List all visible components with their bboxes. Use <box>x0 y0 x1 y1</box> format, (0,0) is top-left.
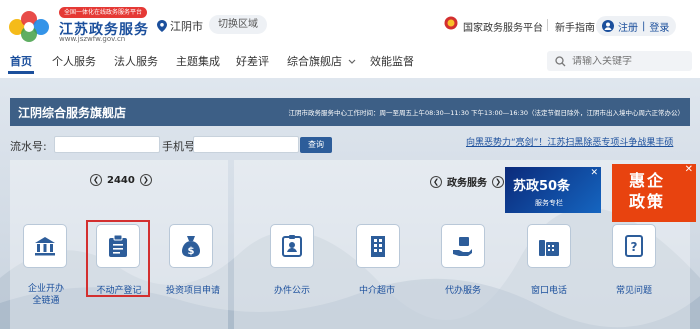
money-bag-icon: $ <box>182 236 200 257</box>
gov-platform-link[interactable]: 国家政务服务平台 <box>463 19 543 34</box>
id-card-icon <box>282 235 302 257</box>
flow-number-input[interactable] <box>54 136 160 153</box>
gov-service-heading: ❮ 政务服务 ❯ <box>430 174 504 189</box>
right-ornament-icon: ❯ <box>492 175 504 188</box>
service-count-value: 2440 <box>107 174 135 186</box>
business-startup-label[interactable]: 企业开办 全链通 <box>18 283 74 307</box>
agency-market-label[interactable]: 中介超市 <box>357 283 397 296</box>
suzheng-50-banner[interactable]: 苏政50条 服务专栏 ✕ <box>505 167 601 213</box>
window-phone-label[interactable]: 窗口电话 <box>529 283 569 296</box>
enterprise-policy-banner[interactable]: 惠企 政策 ✕ <box>612 164 696 222</box>
search-icon[interactable] <box>555 55 566 67</box>
window-phone-tile[interactable] <box>527 224 571 268</box>
suzheng-title: 苏政50条 <box>513 179 571 194</box>
agency-market-tile[interactable] <box>356 224 400 268</box>
proxy-service-tile[interactable] <box>441 224 485 268</box>
top-header: 全国一体化在线政务服务平台 江苏政务服务 www.jszwfw.gov.cn 江… <box>0 0 700 46</box>
nav-topics[interactable]: 主题集成 <box>176 53 220 69</box>
register-link[interactable]: 注册 <box>618 19 638 34</box>
left-ornament-icon: ❮ <box>430 175 442 188</box>
business-startup-tile[interactable] <box>23 224 67 268</box>
nav-corporate[interactable]: 法人服务 <box>114 53 158 69</box>
location-name: 江阴市 <box>170 20 203 33</box>
question-document-icon: ? <box>625 235 643 257</box>
flow-number-label: 流水号: <box>10 140 47 153</box>
user-icon <box>602 20 614 32</box>
bank-building-icon <box>35 237 55 256</box>
banner-title: 江阴综合服务旗舰店 <box>18 106 127 120</box>
switch-region-button[interactable]: 切换区域 <box>209 15 267 34</box>
search-box <box>547 51 692 71</box>
svg-text:$: $ <box>188 246 195 257</box>
nav-flagship-label: 综合旗舰店 <box>287 55 342 68</box>
search-input[interactable] <box>572 55 682 67</box>
investment-project-label[interactable]: 投资项目申请 <box>163 283 223 296</box>
investment-project-tile[interactable]: $ <box>169 224 213 268</box>
national-emblem-icon <box>444 16 458 30</box>
service-count: ❮ 2440 ❯ <box>90 174 152 186</box>
faq-label[interactable]: 常见问题 <box>614 283 654 296</box>
location[interactable]: 江阴市 <box>157 18 203 34</box>
chevron-down-icon <box>348 59 355 64</box>
case-publicity-label[interactable]: 办件公示 <box>272 283 312 296</box>
phone-input[interactable] <box>193 136 299 153</box>
nav-rating[interactable]: 好差评 <box>236 53 269 69</box>
highlight-box <box>86 220 150 297</box>
gov-service-title: 政务服务 <box>447 178 487 189</box>
query-button[interactable]: 查询 <box>300 137 332 153</box>
banner-bg: 江阴综合服务旗舰店 江阴市政务服务中心工作时间：周一至周五上午08:30—11:… <box>10 98 690 126</box>
anti-crime-notice-link[interactable]: 向黑恶势力“亮剑”！江苏扫黑除恶专项斗争战果丰硕 <box>466 135 673 148</box>
left-ornament-icon: ❮ <box>90 174 102 186</box>
case-publicity-tile[interactable] <box>270 224 314 268</box>
divider: | <box>642 20 646 32</box>
svg-text:?: ? <box>631 240 638 254</box>
suzheng-subtitle: 服务专栏 <box>535 199 563 207</box>
login-link[interactable]: 登录 <box>649 19 669 34</box>
faq-tile[interactable]: ? <box>612 224 656 268</box>
office-hours: 江阴市政务服务中心工作时间：周一至周五上午08:30—11:30 下午13:00… <box>288 109 685 117</box>
hand-service-icon <box>453 237 472 256</box>
phone-label: 手机号 <box>162 140 195 153</box>
location-pin-icon <box>157 20 167 32</box>
nav-flagship[interactable]: 综合旗舰店 <box>287 53 356 69</box>
site-url: www.jszwfw.gov.cn <box>59 35 126 43</box>
login-group: 注册 | 登录 <box>596 16 676 36</box>
nav-supervision[interactable]: 效能监督 <box>370 53 414 69</box>
guide-link[interactable]: 新手指南 <box>555 19 595 34</box>
active-tab-indicator <box>8 71 34 74</box>
office-building-icon <box>371 236 385 257</box>
proxy-service-label[interactable]: 代办服务 <box>443 283 483 296</box>
divider <box>547 19 548 31</box>
right-ornament-icon: ❯ <box>139 174 152 186</box>
close-icon[interactable]: ✕ <box>590 168 598 178</box>
jiangsu-logo-icon[interactable] <box>6 7 52 45</box>
nav-home[interactable]: 首页 <box>10 53 32 69</box>
close-icon[interactable]: ✕ <box>685 164 693 175</box>
enterprise-policy-text: 惠企 政策 <box>629 171 666 211</box>
nav-personal[interactable]: 个人服务 <box>52 53 96 69</box>
platform-badge: 全国一体化在线政务服务平台 <box>59 7 148 18</box>
telephone-icon <box>539 240 559 256</box>
